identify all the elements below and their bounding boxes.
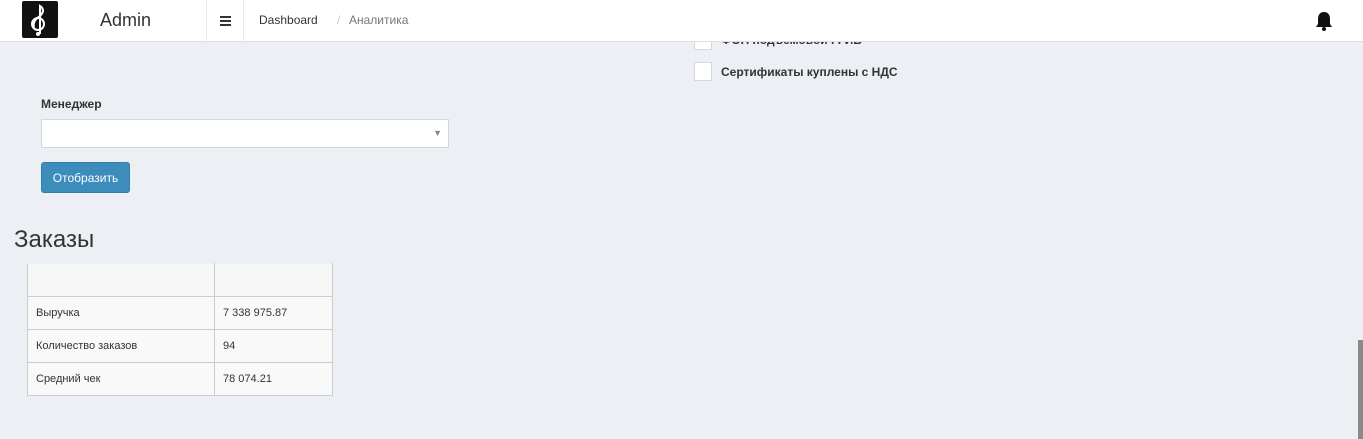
table-header-cell <box>27 263 215 297</box>
table-row: Количество заказов 94 <box>27 329 333 363</box>
brand-title[interactable]: Admin <box>100 10 151 31</box>
table-row: Средний чек 78 074.21 <box>27 362 333 396</box>
logo-treble-clef-icon[interactable] <box>22 1 58 38</box>
header-mask <box>680 0 940 42</box>
orders-table: Выручка 7 338 975.87 Количество заказов … <box>27 263 333 396</box>
manager-select[interactable]: ▼ <box>41 119 449 148</box>
page-scrollbar[interactable] <box>1358 340 1363 439</box>
row-label: Выручка <box>27 296 215 330</box>
table-row: Выручка 7 338 975.87 <box>27 296 333 330</box>
breadcrumb-home-link[interactable]: Dashboard <box>259 13 318 27</box>
chevron-down-icon: ▼ <box>433 128 442 138</box>
table-header-row <box>27 263 333 297</box>
notifications-bell-icon[interactable] <box>1315 11 1333 31</box>
manager-label: Менеджер <box>41 97 102 111</box>
checkbox-vat-certificates[interactable] <box>694 62 712 81</box>
menu-toggle-button[interactable] <box>206 0 244 41</box>
breadcrumb-separator: / <box>337 13 341 27</box>
row-value: 94 <box>214 329 333 363</box>
row-value: 78 074.21 <box>214 362 333 396</box>
row-value: 7 338 975.87 <box>214 296 333 330</box>
hamburger-icon <box>219 15 231 26</box>
orders-section-title: Заказы <box>14 226 95 253</box>
row-label: Средний чек <box>27 362 215 396</box>
table-header-cell <box>214 263 333 297</box>
row-label: Количество заказов <box>27 329 215 363</box>
show-button[interactable]: Отобразить <box>41 162 130 193</box>
checkbox-vat-certificates-label: Сертификаты куплены с НДС <box>721 65 898 79</box>
breadcrumb-current: Аналитика <box>349 13 409 27</box>
